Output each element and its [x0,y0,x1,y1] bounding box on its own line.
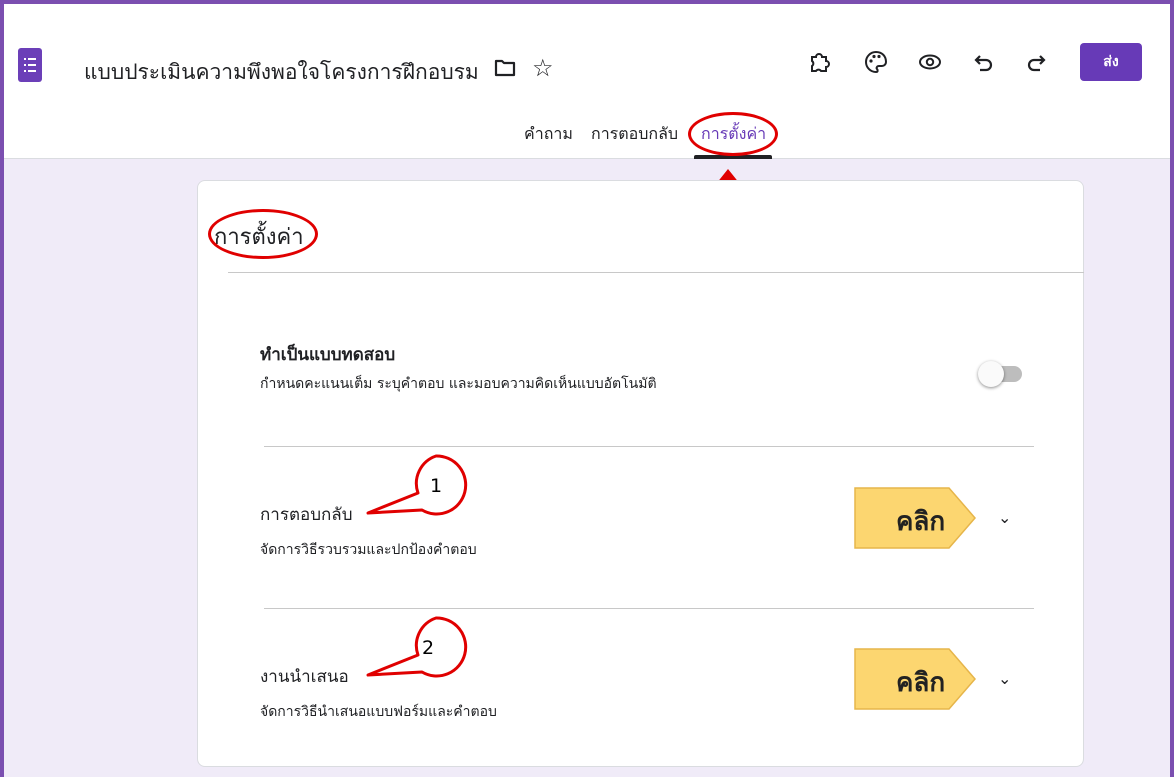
callout-bubble-1 [366,454,468,516]
highlight-ellipse-title [208,209,318,259]
divider [264,446,1034,447]
tab-responses[interactable]: การตอบกลับ [591,122,678,147]
callout-bubble-2 [366,616,468,678]
folder-icon[interactable] [494,58,516,78]
divider [228,272,1084,273]
quiz-title: ทำเป็นแบบทดสอบ [260,345,396,365]
quiz-subtitle: กำหนดคะแนนเต็ม ระบุคำตอบ และมอบความคิดเห… [260,376,657,392]
app-window: แบบประเมินความพึงพอใจโครงการฝึกอบรม Goo … [4,4,1170,777]
redo-icon[interactable] [1020,46,1052,78]
star-icon[interactable]: ☆ [532,54,554,82]
tab-questions[interactable]: คำถาม [524,122,573,147]
responses-subtitle: จัดการวิธีรวบรวมและปกป้องคำตอบ [260,542,477,558]
highlight-ellipse-tab [688,112,778,156]
callout-number-2: 2 [422,637,435,659]
form-title[interactable]: แบบประเมินความพึงพอใจโครงการฝึกอบรม Goo [84,56,484,89]
presentation-title: งานนำเสนอ [260,667,349,687]
addon-puzzle-icon[interactable] [804,46,836,78]
responses-title: การตอบกลับ [260,505,353,525]
quiz-toggle[interactable] [978,361,1028,387]
responses-expand-chevron-icon[interactable]: ⌄ [998,508,1011,527]
palette-icon[interactable] [860,46,892,78]
callout-number-1: 1 [430,475,443,497]
preview-eye-icon[interactable] [914,46,946,78]
click-label-2: คลิก [896,668,946,698]
settings-card: การตั้งค่า ทำเป็นแบบทดสอบ กำหนดคะแนนเต็ม… [197,180,1084,767]
divider [264,608,1034,609]
presentation-subtitle: จัดการวิธีนำเสนอแบบฟอร์มและคำตอบ [260,704,497,720]
undo-icon[interactable] [968,46,1000,78]
send-button[interactable]: ส่ง [1080,43,1142,81]
top-bar: แบบประเมินความพึงพอใจโครงการฝึกอบรม Goo … [4,4,1170,159]
presentation-expand-chevron-icon[interactable]: ⌄ [998,669,1011,688]
forms-app-icon[interactable] [18,48,42,82]
click-label-1: คลิก [896,507,946,537]
